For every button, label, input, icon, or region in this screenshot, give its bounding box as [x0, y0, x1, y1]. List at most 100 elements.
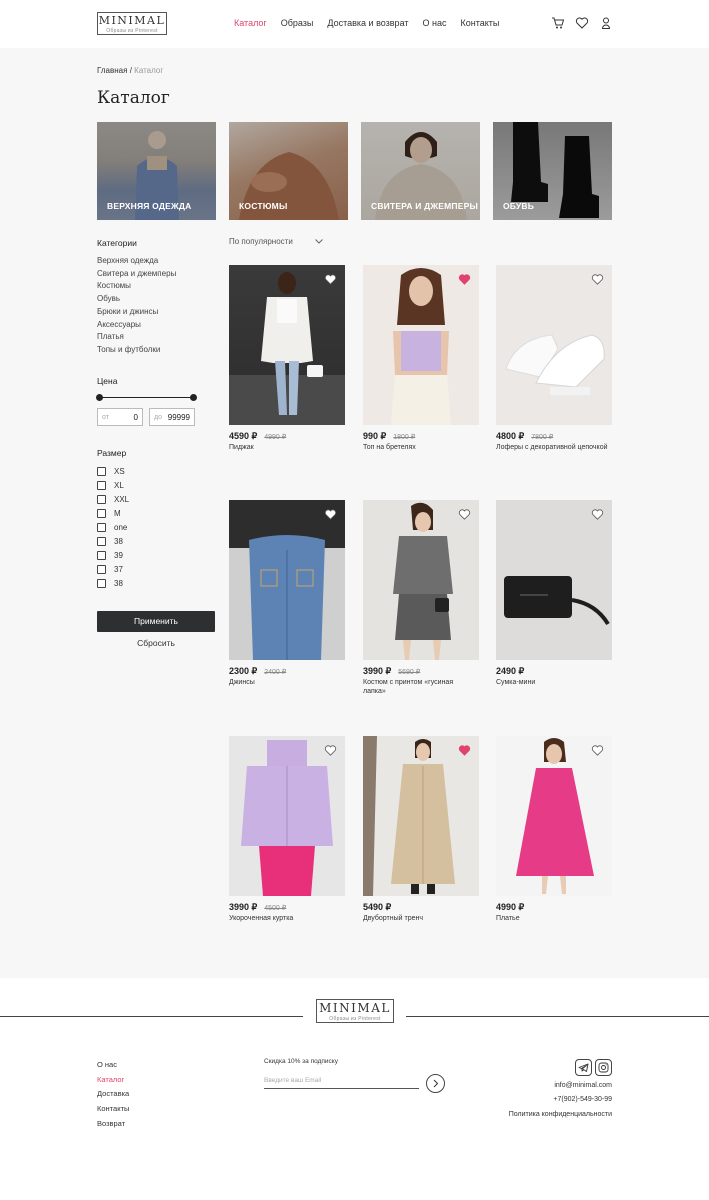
nav-item-delivery[interactable]: Доставка и возврат [327, 18, 408, 28]
subscribe-email-input[interactable]: Введите ваш Email [264, 1077, 419, 1089]
category-link[interactable]: Платья [97, 331, 176, 344]
price-slider-max-handle[interactable] [190, 394, 197, 401]
product-name[interactable]: Топ на бретелях [363, 443, 475, 452]
size-checkbox[interactable] [97, 579, 106, 588]
product-image[interactable] [363, 500, 479, 660]
telegram-icon[interactable] [575, 1059, 592, 1076]
footer-phone[interactable]: +7(902)-549-30-99 [553, 1096, 612, 1103]
size-option[interactable]: XS [97, 467, 125, 476]
size-option[interactable]: XXL [97, 495, 129, 504]
product-image[interactable] [229, 500, 345, 660]
favorite-icon[interactable] [591, 744, 604, 757]
category-card-outerwear[interactable]: ВЕРХНЯЯ ОДЕЖДА [97, 122, 216, 220]
category-link[interactable]: Обувь [97, 293, 176, 306]
category-link[interactable]: Брюки и джинсы [97, 306, 176, 319]
size-option[interactable]: XL [97, 481, 124, 490]
footer-link-returns[interactable]: Возврат [97, 1117, 129, 1132]
product-photo [393, 502, 453, 660]
product-card[interactable]: 5490 ₽ Двубортный тренч [363, 736, 479, 923]
product-card[interactable]: 4800 ₽ 7800 ₽ Лоферы с декоративной цепоч… [496, 265, 612, 452]
footer-logo[interactable]: MINIMAL Образы из Pinterest [316, 999, 394, 1023]
favorite-icon[interactable] [591, 273, 604, 286]
product-image[interactable] [229, 265, 345, 425]
instagram-icon[interactable] [595, 1059, 612, 1076]
header-icons [551, 16, 613, 30]
nav-item-catalog[interactable]: Каталог [234, 18, 267, 28]
size-checkbox[interactable] [97, 467, 106, 476]
favorite-icon[interactable] [458, 744, 471, 757]
size-option[interactable]: 38 [97, 537, 123, 546]
footer-link-contacts[interactable]: Контакты [97, 1102, 129, 1117]
size-option[interactable]: one [97, 523, 127, 532]
product-card[interactable]: 990 ₽ 1800 ₽ Топ на бретелях [363, 265, 479, 452]
category-link[interactable]: Аксессуары [97, 319, 176, 332]
product-image[interactable] [496, 736, 612, 896]
product-name[interactable]: Лоферы с декоративной цепочкой [496, 443, 608, 452]
category-card-shoes[interactable]: ОБУВЬ [493, 122, 612, 220]
product-image[interactable] [363, 736, 479, 896]
sort-dropdown[interactable]: По популярности [229, 237, 323, 246]
size-checkbox[interactable] [97, 523, 106, 532]
footer-link-delivery[interactable]: Доставка [97, 1087, 129, 1102]
size-checkbox[interactable] [97, 481, 106, 490]
product-name[interactable]: Укороченная куртка [229, 914, 341, 923]
favorite-icon[interactable] [324, 744, 337, 757]
product-image[interactable] [496, 265, 612, 425]
nav-item-contacts[interactable]: Контакты [460, 18, 499, 28]
cart-icon[interactable] [551, 16, 565, 30]
product-image[interactable] [229, 736, 345, 896]
price-to-input[interactable]: до 99999 [149, 408, 195, 426]
category-link[interactable]: Топы и футболки [97, 344, 176, 357]
nav-item-about[interactable]: О нас [423, 18, 447, 28]
reset-filters-button[interactable]: Сбросить [97, 638, 215, 648]
logo[interactable]: MINIMAL Образы из Pinterest [97, 12, 167, 35]
footer-link-about[interactable]: О нас [97, 1058, 129, 1073]
product-card[interactable]: 4990 ₽ Платье [496, 736, 612, 923]
size-checkbox[interactable] [97, 509, 106, 518]
product-card[interactable]: 2300 ₽ 2400 ₽ Джинсы [229, 500, 345, 687]
size-option[interactable]: 39 [97, 551, 123, 560]
product-name[interactable]: Сумка-мини [496, 678, 608, 687]
size-checkbox[interactable] [97, 551, 106, 560]
product-image[interactable] [496, 500, 612, 660]
category-link[interactable]: Верхняя одежда [97, 255, 176, 268]
size-option[interactable]: 38 [97, 579, 123, 588]
favorite-icon[interactable] [458, 273, 471, 286]
price-slider-min-handle[interactable] [96, 394, 103, 401]
nav-item-looks[interactable]: Образы [281, 18, 314, 28]
subscribe-submit-button[interactable] [426, 1074, 445, 1093]
favorite-icon[interactable] [458, 508, 471, 521]
heart-icon[interactable] [575, 16, 589, 30]
apply-filters-button[interactable]: Применить [97, 611, 215, 632]
category-link[interactable]: Свитера и джемперы [97, 268, 176, 281]
favorite-icon[interactable] [324, 508, 337, 521]
product-name[interactable]: Джинсы [229, 678, 341, 687]
product-image[interactable] [363, 265, 479, 425]
size-checkbox[interactable] [97, 537, 106, 546]
product-name[interactable]: Пиджак [229, 443, 341, 452]
category-card-suits[interactable]: КОСТЮМЫ [229, 122, 348, 220]
size-checkbox[interactable] [97, 495, 106, 504]
user-icon[interactable] [599, 16, 613, 30]
breadcrumb-home[interactable]: Главная [97, 66, 127, 75]
price-to-label: до [154, 414, 162, 421]
category-link[interactable]: Костюмы [97, 280, 176, 293]
favorite-icon[interactable] [591, 508, 604, 521]
category-card-sweaters[interactable]: СВИТЕРА И ДЖЕМПЕРЫ [361, 122, 480, 220]
product-name[interactable]: Костюм с принтом «гусиная лапка» [363, 678, 475, 696]
product-name[interactable]: Двубортный тренч [363, 914, 475, 923]
product-card[interactable]: 4590 ₽ 4990 ₽ Пиджак [229, 265, 345, 452]
footer-email[interactable]: info@minimal.com [554, 1082, 612, 1089]
size-checkbox[interactable] [97, 565, 106, 574]
product-card[interactable]: 3990 ₽ 5690 ₽ Костюм с принтом «гусиная л… [363, 500, 479, 696]
size-option[interactable]: 37 [97, 565, 123, 574]
footer-link-catalog[interactable]: Каталог [97, 1073, 129, 1088]
product-name[interactable]: Платье [496, 914, 608, 923]
footer-privacy-link[interactable]: Политика конфиденциальности [509, 1111, 612, 1118]
product-card[interactable]: 3990 ₽ 4500 ₽ Укороченная куртка [229, 736, 345, 923]
favorite-icon[interactable] [324, 273, 337, 286]
size-option[interactable]: M [97, 509, 121, 518]
price-from-input[interactable]: от 0 [97, 408, 143, 426]
product-card[interactable]: 2490 ₽ Сумка-мини [496, 500, 612, 687]
price-slider-track[interactable] [99, 397, 194, 398]
